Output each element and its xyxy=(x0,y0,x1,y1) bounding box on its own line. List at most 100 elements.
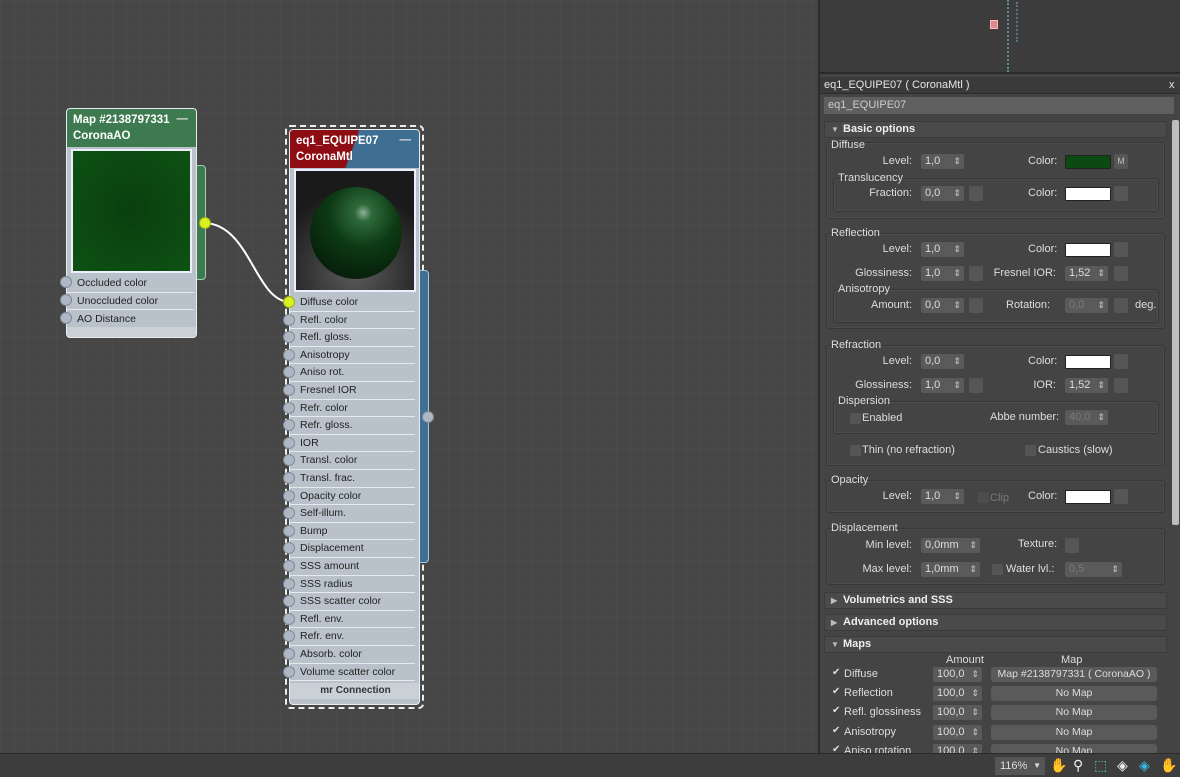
material-name-input[interactable]: eq1_EQUIPE07 xyxy=(824,97,1174,114)
spinner-arrows-icon[interactable]: ⇕ xyxy=(971,667,979,682)
collapse-button[interactable]: — xyxy=(400,132,412,148)
map-button[interactable] xyxy=(1114,298,1128,313)
map-button[interactable] xyxy=(1114,266,1128,281)
spinner-arrows-icon[interactable]: ⇕ xyxy=(953,186,961,201)
rollout-maps[interactable]: ▼ Maps xyxy=(824,636,1167,653)
input-socket[interactable] xyxy=(283,612,295,625)
zoom-extents-selected-icon[interactable]: ◈ xyxy=(1139,757,1150,774)
reflection-level-spinner[interactable]: 1,0 ⇕ xyxy=(921,242,964,257)
input-socket[interactable] xyxy=(283,560,295,572)
input-slot-row[interactable]: Transl. color xyxy=(290,452,415,470)
input-slot-row[interactable]: Bump xyxy=(290,523,415,541)
zoom-region-icon[interactable]: ⬚ xyxy=(1094,757,1107,774)
input-slot-row[interactable]: IOR xyxy=(290,435,415,453)
refraction-glossiness-spinner[interactable]: 1,0 ⇕ xyxy=(921,378,964,393)
spinner-arrows-icon[interactable]: ⇕ xyxy=(953,298,961,313)
input-socket[interactable] xyxy=(60,311,72,324)
diffuse-color-swatch[interactable] xyxy=(1065,155,1111,169)
map-amount-spinner[interactable]: 100,0 ⇕ xyxy=(933,686,982,702)
corona-mtl-node[interactable]: eq1_EQUIPE07 CoronaMtl — Diffuse color Re… xyxy=(289,129,420,705)
water-level-checkbox[interactable] xyxy=(992,564,1003,575)
input-slot-row[interactable]: SSS scatter color xyxy=(290,593,415,611)
input-slot-row[interactable]: Refl. color xyxy=(290,312,415,330)
mr-connection-rollout[interactable]: mr Connection xyxy=(290,683,419,699)
map-button[interactable] xyxy=(969,186,983,201)
spinner-arrows-icon[interactable]: ⇕ xyxy=(953,489,961,504)
map-enable-checkbox[interactable]: ✔ xyxy=(832,686,840,697)
input-slot-row[interactable]: Self-illum. xyxy=(290,505,415,523)
input-socket[interactable] xyxy=(283,524,295,537)
input-socket[interactable] xyxy=(283,296,295,308)
spinner-arrows-icon[interactable]: ⇕ xyxy=(971,725,979,740)
input-slot-row[interactable]: Refr. env. xyxy=(290,628,415,646)
input-slot-row[interactable]: Refr. color xyxy=(290,400,415,418)
spinner-arrows-icon[interactable]: ⇕ xyxy=(953,266,961,281)
spinner-arrows-icon[interactable]: ⇕ xyxy=(1097,378,1105,393)
reflection-glossiness-spinner[interactable]: 1,0 ⇕ xyxy=(921,266,964,281)
abbe-number-spinner[interactable]: 40,0 ⇕ xyxy=(1065,410,1108,425)
navigator-viewport[interactable] xyxy=(820,0,1180,74)
input-slot-row[interactable]: Refl. env. xyxy=(290,611,415,629)
max-level-spinner[interactable]: 1,0mm ⇕ xyxy=(921,562,980,577)
input-socket[interactable] xyxy=(283,384,295,396)
ior-spinner[interactable]: 1,52 ⇕ xyxy=(1065,378,1108,393)
node-editor-canvas[interactable]: Map #2138797331 CoronaAO — Occluded colo… xyxy=(0,0,816,753)
translucency-fraction-spinner[interactable]: 0,0 ⇕ xyxy=(921,186,964,201)
spinner-arrows-icon[interactable]: ⇕ xyxy=(1097,298,1105,313)
input-socket[interactable] xyxy=(283,577,295,590)
diffuse-map-button[interactable]: M xyxy=(1114,154,1128,169)
map-slot-button[interactable]: No Map xyxy=(991,705,1157,721)
input-socket[interactable] xyxy=(283,648,295,660)
map-button[interactable] xyxy=(969,378,983,393)
corona-ao-node[interactable]: Map #2138797331 CoronaAO — Occluded colo… xyxy=(66,108,197,338)
anisotropy-rotation-spinner[interactable]: 0,0 ⇕ xyxy=(1065,298,1108,313)
map-slot-button[interactable]: Map #2138797331 ( CoronaAO ) xyxy=(991,667,1157,682)
mtl-output-socket[interactable] xyxy=(422,411,434,423)
clip-checkbox[interactable] xyxy=(978,492,989,503)
input-slot-row[interactable]: SSS amount xyxy=(290,558,415,576)
map-enable-checkbox[interactable]: ✔ xyxy=(832,725,840,736)
input-slot-row[interactable]: Diffuse color xyxy=(290,294,415,312)
spinner-arrows-icon[interactable]: ⇕ xyxy=(969,562,977,577)
rollout-volumetrics-and-sss[interactable]: ▶ Volumetrics and SSS xyxy=(824,592,1167,609)
zoom-extents-icon[interactable]: ◈ xyxy=(1117,757,1128,774)
spinner-arrows-icon[interactable]: ⇕ xyxy=(1111,562,1119,577)
water-level-spinner[interactable]: 0,5 ⇕ xyxy=(1065,562,1122,577)
spinner-arrows-icon[interactable]: ⇕ xyxy=(953,154,961,169)
input-socket[interactable] xyxy=(283,348,295,361)
map-amount-spinner[interactable]: 100,0 ⇕ xyxy=(933,667,982,682)
zoom-level-dropdown[interactable]: 116% ▼ xyxy=(995,757,1045,775)
fresnel-ior-spinner[interactable]: 1,52 ⇕ xyxy=(1065,266,1108,281)
spinner-arrows-icon[interactable]: ⇕ xyxy=(953,354,961,369)
spinner-arrows-icon[interactable]: ⇕ xyxy=(971,705,979,720)
translucency-color-swatch[interactable] xyxy=(1065,187,1111,201)
rollout-advanced-options[interactable]: ▶ Advanced options xyxy=(824,614,1167,631)
scrollbar-thumb[interactable] xyxy=(1172,120,1179,525)
caustics-checkbox[interactable] xyxy=(1025,445,1036,456)
input-slot-row[interactable]: SSS radius xyxy=(290,576,415,594)
map-amount-spinner[interactable]: 100,0 ⇕ xyxy=(933,705,982,721)
input-slot-row[interactable]: Absorb. color xyxy=(290,646,415,664)
pan-hand-icon[interactable]: ✋ xyxy=(1050,757,1067,774)
input-socket[interactable] xyxy=(283,436,295,449)
displacement-texture-button[interactable] xyxy=(1065,538,1079,553)
input-socket[interactable] xyxy=(283,489,295,502)
refraction-level-spinner[interactable]: 0,0 ⇕ xyxy=(921,354,964,369)
map-enable-checkbox[interactable]: ✔ xyxy=(832,705,840,716)
input-socket[interactable] xyxy=(60,276,72,288)
input-slot-row[interactable]: Displacement xyxy=(290,540,415,558)
ao-node-header[interactable]: Map #2138797331 CoronaAO — xyxy=(67,109,196,147)
min-level-spinner[interactable]: 0,0mm ⇕ xyxy=(921,538,980,553)
input-slot-row[interactable]: Anisotropy xyxy=(290,347,415,365)
map-button[interactable] xyxy=(1114,378,1128,393)
thin-checkbox[interactable] xyxy=(850,445,861,456)
map-amount-spinner[interactable]: 100,0 ⇕ xyxy=(933,724,982,740)
spinner-arrows-icon[interactable]: ⇕ xyxy=(1097,266,1105,281)
refraction-color-swatch[interactable] xyxy=(1065,355,1111,369)
spinner-arrows-icon[interactable]: ⇕ xyxy=(953,242,961,257)
map-button[interactable] xyxy=(969,298,983,313)
input-slot-row[interactable]: Aniso rot. xyxy=(290,364,415,382)
input-socket[interactable] xyxy=(283,472,295,484)
map-button[interactable] xyxy=(1114,186,1128,201)
spinner-arrows-icon[interactable]: ⇕ xyxy=(969,538,977,553)
